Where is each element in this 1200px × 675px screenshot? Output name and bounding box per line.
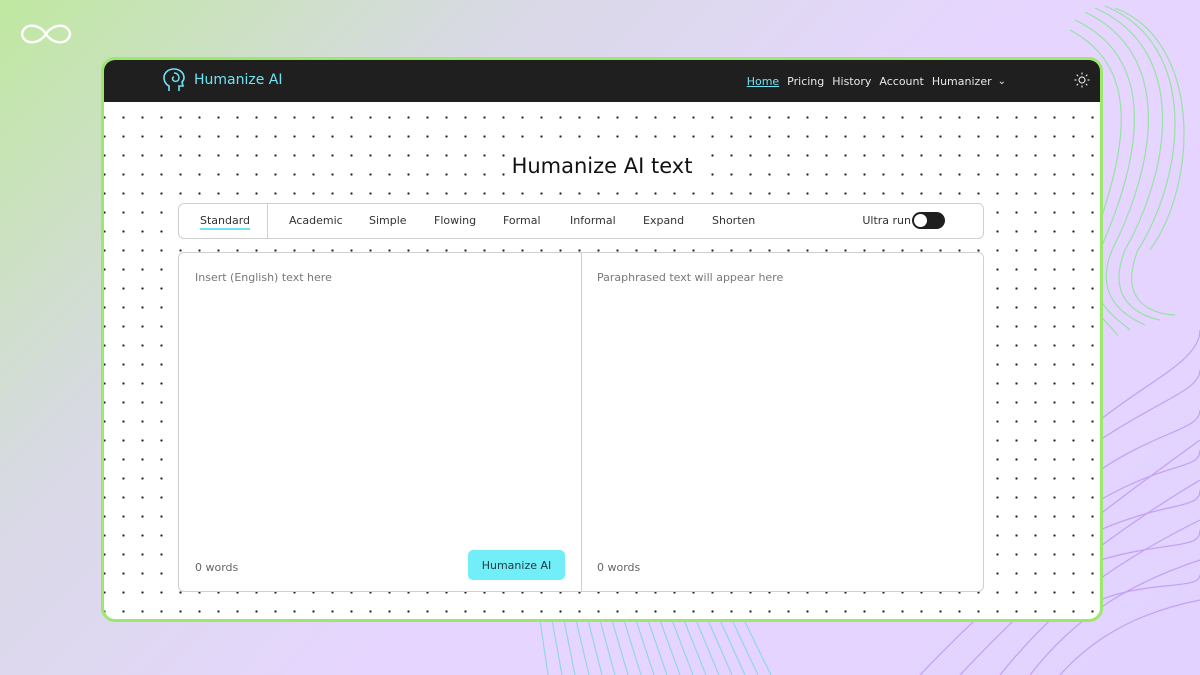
mode-academic[interactable]: Academic — [289, 214, 343, 227]
mode-simple[interactable]: Simple — [369, 214, 407, 227]
ultra-run-label: Ultra run — [862, 214, 911, 227]
mode-expand[interactable]: Expand — [643, 214, 684, 227]
app-window: Humanize AI Home Pricing History Account… — [101, 57, 1103, 622]
toggle-knob — [914, 214, 927, 227]
nav-pricing[interactable]: Pricing — [787, 75, 824, 88]
humanize-button[interactable]: Humanize AI — [468, 550, 565, 580]
head-logo-icon — [163, 68, 185, 91]
mode-flowing[interactable]: Flowing — [434, 214, 476, 227]
brand[interactable]: Humanize AI — [162, 67, 283, 93]
ultra-run-toggle[interactable] — [912, 212, 945, 229]
brand-name: Humanize AI — [194, 72, 283, 88]
output-textarea[interactable]: Paraphrased text will appear here — [597, 271, 783, 284]
infinity-logo-icon — [20, 24, 72, 44]
nav-account[interactable]: Account — [879, 75, 923, 88]
top-navbar: Humanize AI Home Pricing History Account… — [104, 60, 1100, 102]
mode-shorten[interactable]: Shorten — [712, 214, 755, 227]
input-word-count: 0 words — [195, 561, 239, 574]
pane-divider — [581, 253, 582, 591]
theme-toggle-sun-icon[interactable] — [1074, 72, 1090, 88]
nav-home[interactable]: Home — [747, 75, 779, 88]
mode-informal[interactable]: Informal — [570, 214, 616, 227]
mode-selector: Standard Academic Simple Flowing Formal … — [178, 203, 984, 239]
editor-panel: Insert (English) text here 0 words Human… — [178, 252, 984, 592]
mode-divider — [267, 204, 268, 238]
main-nav: Home Pricing History Account Humanizer ⌄ — [747, 60, 1006, 102]
output-word-count: 0 words — [597, 561, 641, 574]
input-textarea[interactable]: Insert (English) text here — [195, 271, 332, 284]
mode-standard[interactable]: Standard — [200, 214, 251, 230]
mode-formal[interactable]: Formal — [503, 214, 541, 227]
nav-humanizer[interactable]: Humanizer — [932, 75, 992, 88]
page-title-text: Humanize AI text — [507, 154, 697, 178]
dotted-canvas: Humanize AI text Standard Academic Simpl… — [104, 102, 1100, 619]
nav-history[interactable]: History — [832, 75, 871, 88]
page-title: Humanize AI text — [104, 154, 1100, 178]
chevron-down-icon[interactable]: ⌄ — [998, 76, 1006, 87]
